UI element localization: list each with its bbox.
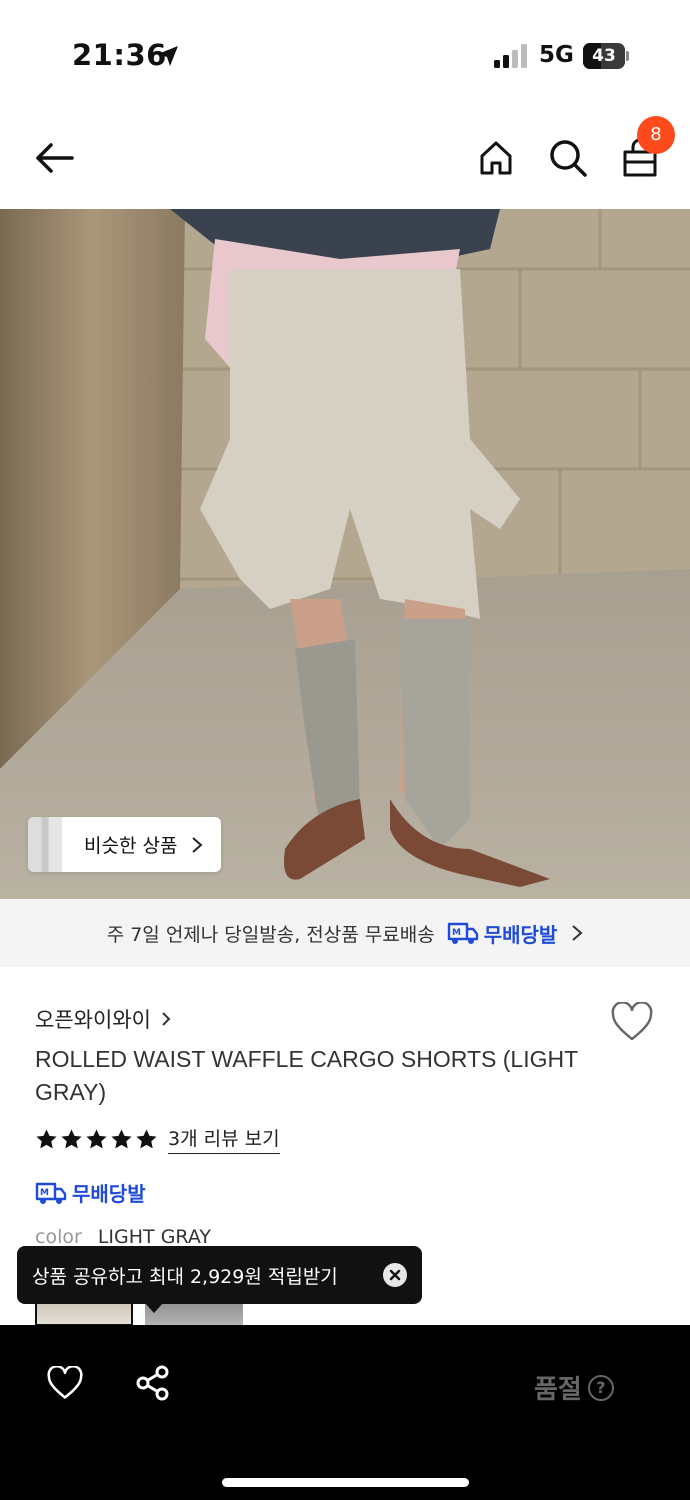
color-key: color [35,1226,82,1248]
brand-link[interactable]: 오픈와이와이 [35,1004,171,1034]
nav-bar [0,110,690,208]
svg-text:M: M [40,1188,49,1198]
search-button[interactable] [544,134,592,182]
battery-icon: 43 [583,43,629,69]
back-button[interactable] [30,134,78,182]
home-icon [480,141,512,175]
free-delivery-badge: M 무배당발 [35,1178,146,1207]
help-icon[interactable]: ? [587,1374,614,1401]
similar-thumbnail [28,817,62,872]
bottom-wishlist-button[interactable] [43,1361,87,1405]
bottom-action-bar: 품절 ? [0,1325,690,1500]
home-button[interactable] [472,134,520,182]
network-label: 5G [539,42,574,68]
sold-out-label: 품절 [534,1375,582,1405]
star-icon [86,1128,107,1148]
similar-products-label: 비슷한 상품 [84,835,178,857]
free-delivery-label: 무배당발 [483,922,558,947]
free-delivery-badge: M 무배당발 [447,919,558,948]
toast-text: 상품 공유하고 최대 2,929원 적립받기 [32,1265,338,1288]
cart-count-badge: 8 [637,116,675,154]
star-rating [35,1128,160,1151]
star-icon [111,1128,132,1148]
chevron-right-icon [192,836,203,853]
free-delivery-label: 무배당발 [72,1182,146,1206]
cellular-signal-icon [494,44,527,68]
status-bar: 21:36 5G 43 [0,0,690,110]
star-icon [136,1128,157,1148]
chevron-right-icon [162,1012,171,1026]
chevron-right-icon [572,925,583,941]
location-arrow-icon [158,46,178,66]
color-value: LIGHT GRAY [97,1226,211,1248]
review-link[interactable]: 3개 리뷰 보기 [168,1124,280,1154]
status-time: 21:36 [72,38,167,72]
toast-close-button[interactable] [383,1263,407,1287]
share-reward-toast: 상품 공유하고 최대 2,929원 적립받기 [17,1246,422,1304]
share-button[interactable] [131,1361,175,1405]
product-image[interactable] [0,209,690,899]
wishlist-heart-icon[interactable] [610,1002,654,1042]
toast-pointer [145,1303,163,1313]
similar-products-button[interactable]: 비슷한 상품 [28,817,221,872]
rating-row: 3개 리뷰 보기 [35,1124,280,1154]
color-option-row: color LIGHT GRAY [35,1226,211,1248]
svg-text:M: M [452,928,461,938]
search-icon [550,140,587,177]
battery-percent: 43 [592,46,616,66]
star-icon [36,1128,57,1148]
share-icon [136,1365,169,1401]
product-title: ROLLED WAIST WAFFLE CARGO SHORTS (LIGHT … [35,1046,578,1105]
heart-icon [47,1366,83,1399]
delivery-banner[interactable]: 주 7일 언제나 당일발송, 전상품 무료배송 M 무배당발 [0,899,690,967]
arrow-left-icon [36,143,74,173]
delivery-truck-icon: M [35,1182,67,1204]
delivery-text: 주 7일 언제나 당일발송, 전상품 무료배송 [106,923,435,946]
sold-out-status: 품절 ? [534,1369,614,1406]
home-indicator [222,1478,469,1487]
close-icon [389,1269,401,1281]
product-photo [0,209,690,899]
delivery-truck-icon: M [447,922,478,944]
star-icon [61,1128,82,1148]
brand-name: 오픈와이와이 [35,1008,151,1032]
